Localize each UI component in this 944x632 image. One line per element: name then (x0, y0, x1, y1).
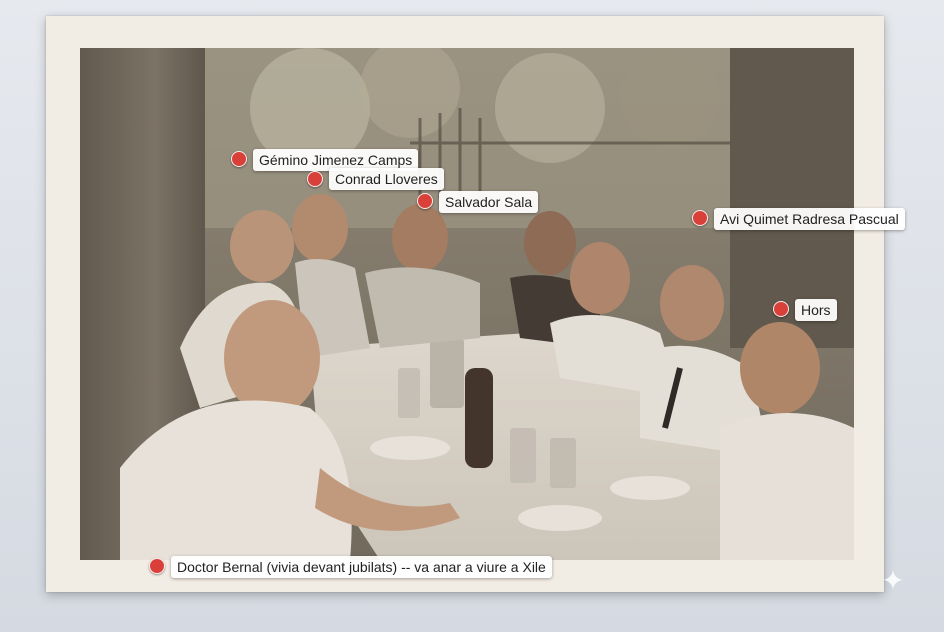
person-label[interactable]: Avi Quimet Radresa Pascual (714, 208, 905, 230)
person-marker[interactable] (307, 171, 323, 187)
person-marker[interactable] (692, 210, 708, 226)
person-marker[interactable] (231, 151, 247, 167)
person-marker[interactable] (773, 301, 789, 317)
vintage-photo (80, 48, 854, 560)
sparkle-icon: ✦ (881, 565, 905, 596)
person-label[interactable]: Salvador Sala (439, 191, 539, 213)
person-label[interactable]: Conrad Lloveres (329, 168, 444, 190)
person-marker[interactable] (417, 193, 433, 209)
person-marker[interactable] (149, 558, 165, 574)
person-label[interactable]: Hors (795, 299, 837, 321)
person-label[interactable]: Doctor Bernal (vivia devant jubilats) --… (171, 556, 552, 578)
